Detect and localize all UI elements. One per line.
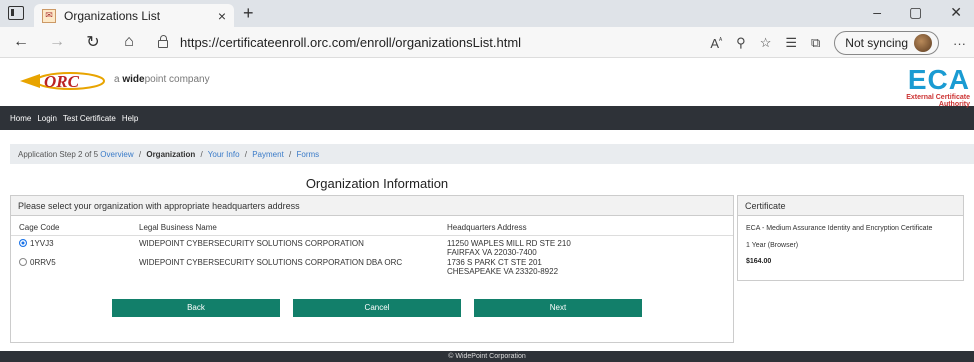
next-button[interactable]: Next: [474, 299, 642, 317]
more-menu-icon[interactable]: ···: [953, 36, 966, 51]
address-line-1: 1736 S PARK CT STE 201: [447, 258, 542, 267]
eca-logo: ECA External Certificate Authority: [882, 64, 970, 109]
legal-business-name: WIDEPOINT CYBERSECURITY SOLUTIONS CORPOR…: [139, 258, 403, 267]
certificate-panel-heading: Certificate: [738, 196, 963, 216]
sync-label: Not syncing: [845, 36, 908, 50]
column-legal-business-name: Legal Business Name: [139, 223, 217, 232]
headquarters-address: 11250 WAPLES MILL RD STE 210 FAIRFAX VA …: [447, 239, 725, 257]
table-row[interactable]: 0RRV5 WIDEPOINT CYBERSECURITY SOLUTIONS …: [11, 255, 733, 276]
home-icon[interactable]: ⌂: [116, 33, 142, 51]
nav-help[interactable]: Help: [122, 114, 138, 123]
breadcrumb-separator: /: [138, 150, 142, 159]
breadcrumb-prefix: Application Step 2 of 5: [18, 150, 99, 159]
breadcrumb-separator: /: [289, 150, 292, 159]
certificate-price: $164.00: [746, 258, 772, 265]
minimize-icon[interactable]: –: [873, 4, 881, 21]
url-text[interactable]: https://certificateenroll.orc.com/enroll…: [180, 35, 521, 50]
column-cage-code: Cage Code: [19, 223, 60, 232]
favorites-list-icon[interactable]: ☰: [785, 35, 797, 51]
nav-test-certificate[interactable]: Test Certificate: [63, 114, 116, 123]
breadcrumb-forms[interactable]: Forms: [297, 150, 320, 159]
breadcrumb-your-info[interactable]: Your Info: [208, 150, 240, 159]
headquarters-address: 1736 S PARK CT STE 201 CHESAPEAKE VA 233…: [447, 258, 725, 276]
tab-actions-icon[interactable]: [8, 6, 24, 20]
back-arrow-icon[interactable]: ←: [8, 33, 34, 51]
cage-code: 1YVJ3: [30, 239, 54, 248]
address-line-1: 11250 WAPLES MILL RD STE 210: [447, 239, 571, 248]
nav-login[interactable]: Login: [37, 114, 57, 123]
site-nav: Home Login Test Certificate Help: [0, 106, 974, 130]
svg-text:ORC: ORC: [44, 72, 80, 91]
tab-close-icon[interactable]: ×: [218, 8, 226, 24]
cage-cell: 0RRV5: [19, 258, 139, 274]
site-footer: © WidePoint Corporation: [0, 351, 974, 362]
breadcrumb: Application Step 2 of 5 Overview / Organ…: [10, 144, 974, 164]
refresh-icon[interactable]: ↻: [80, 32, 106, 52]
close-window-icon[interactable]: ✕: [950, 4, 962, 21]
main-content: Application Step 2 of 5 Overview / Organ…: [0, 130, 974, 352]
read-aloud-icon[interactable]: Aᴬ: [710, 36, 722, 51]
maximize-icon[interactable]: ▢: [909, 4, 922, 21]
address-line-2: FAIRFAX VA 22030-7400: [447, 248, 537, 257]
browser-tab[interactable]: ✉ Organizations List ×: [34, 4, 234, 27]
lock-icon[interactable]: [158, 35, 168, 48]
organization-table-header: Cage Code Legal Business Name Headquarte…: [11, 216, 733, 236]
address-line-2: CHESAPEAKE VA 23320-8922: [447, 267, 559, 276]
table-row[interactable]: 1YVJ3 WIDEPOINT CYBERSECURITY SOLUTIONS …: [11, 236, 733, 257]
nav-home[interactable]: Home: [10, 114, 31, 123]
browser-tab-bar: ✉ Organizations List × + – ▢ ✕: [0, 0, 974, 27]
cage-code: 0RRV5: [30, 258, 56, 267]
widepoint-tagline: a widepoint company: [114, 74, 210, 85]
back-button[interactable]: Back: [112, 299, 280, 317]
avatar: [914, 34, 932, 52]
organization-radio[interactable]: [19, 239, 27, 247]
url-field[interactable]: https://certificateenroll.orc.com/enroll…: [158, 35, 521, 50]
forward-arrow-icon[interactable]: →: [44, 33, 70, 51]
tab-title: Organizations List: [64, 8, 161, 23]
certificate-description: ECA - Medium Assurance Identity and Encr…: [746, 225, 933, 232]
site-header: ORC a widepoint company ECA External Cer…: [0, 58, 974, 109]
orc-logo[interactable]: ORC: [20, 70, 110, 92]
collections-icon[interactable]: ⧉: [811, 35, 820, 51]
favicon-icon: ✉: [42, 8, 56, 23]
breadcrumb-overview[interactable]: Overview: [100, 150, 133, 159]
legal-business-name: WIDEPOINT CYBERSECURITY SOLUTIONS CORPOR…: [139, 239, 364, 248]
eca-logo-subtitle: External Certificate Authority: [906, 94, 970, 108]
cancel-button[interactable]: Cancel: [293, 299, 461, 317]
certificate-panel: Certificate ECA - Medium Assurance Ident…: [737, 195, 964, 281]
profile-sync-button[interactable]: Not syncing: [834, 31, 939, 55]
breadcrumb-separator: /: [200, 150, 203, 159]
breadcrumb-payment[interactable]: Payment: [252, 150, 284, 159]
address-bar: ← → ↻ ⌂ https://certificateenroll.orc.co…: [0, 27, 974, 58]
cage-cell: 1YVJ3: [19, 239, 139, 255]
organization-panel: Please select your organization with app…: [10, 195, 734, 343]
breadcrumb-separator: /: [244, 150, 247, 159]
organization-panel-heading: Please select your organization with app…: [11, 196, 733, 216]
page-title: Organization Information: [305, 176, 449, 191]
tagline-rest: point company: [144, 74, 210, 85]
breadcrumb-organization: Organization: [146, 150, 196, 159]
tagline-bold: wide: [122, 74, 145, 85]
new-tab-icon[interactable]: +: [243, 3, 254, 24]
favorite-star-icon[interactable]: ☆: [760, 35, 772, 51]
window-controls: – ▢ ✕: [873, 4, 974, 21]
address-bar-tools: Aᴬ ⚲ ☆ ☰ ⧉ Not syncing ···: [710, 31, 966, 55]
eca-logo-text: ECA: [907, 64, 970, 95]
certificate-term: 1 Year (Browser): [746, 242, 799, 249]
column-headquarters-address: Headquarters Address: [447, 223, 527, 232]
zoom-icon[interactable]: ⚲: [736, 35, 746, 51]
organization-radio[interactable]: [19, 258, 27, 266]
